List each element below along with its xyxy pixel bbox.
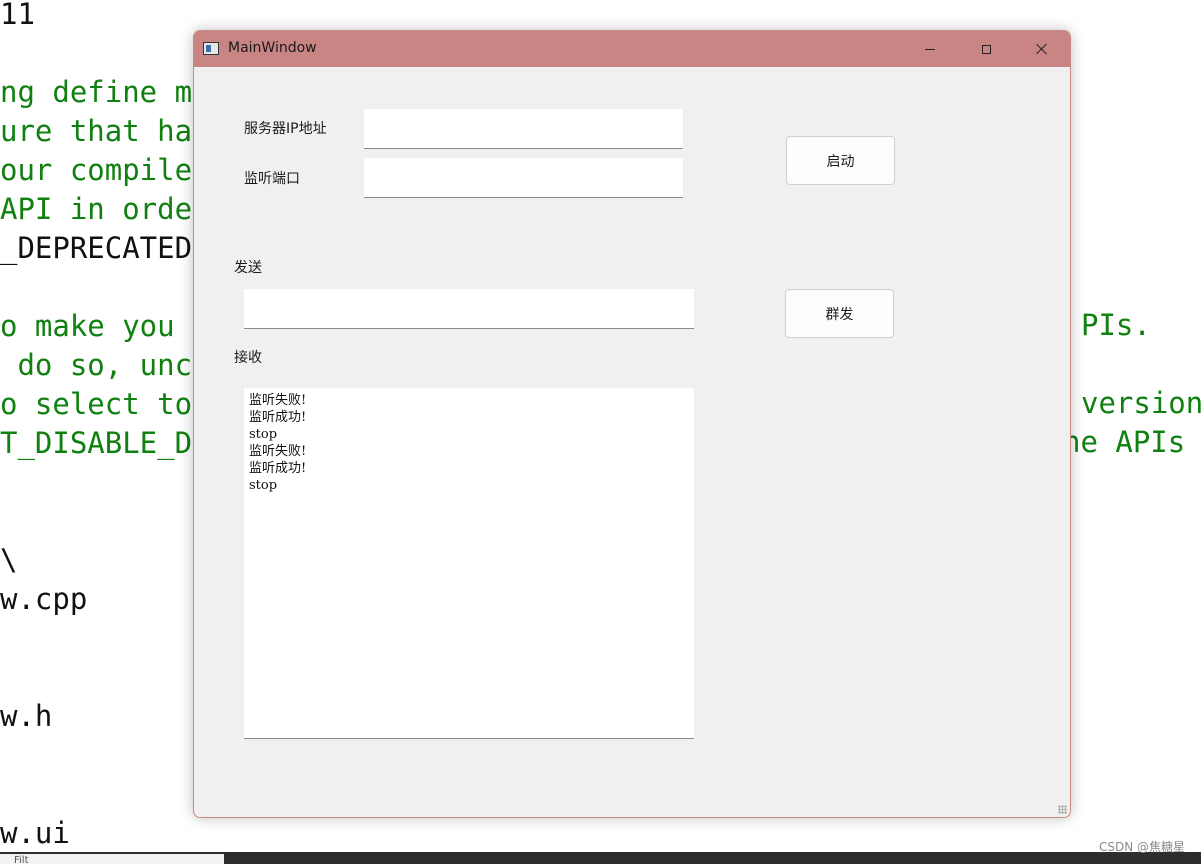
code-line: w.h [0, 699, 53, 733]
code-line: w.ui [0, 816, 70, 850]
code-line: API in orde [0, 192, 193, 226]
filter-input[interactable]: Filt [0, 854, 224, 864]
code-fragment-right: PIs. [1081, 308, 1151, 342]
app-window-icon [203, 42, 219, 55]
receive-label: 接收 [234, 350, 262, 366]
close-icon [1036, 43, 1048, 55]
code-line: T_DISABLE_D [0, 426, 193, 460]
maximize-icon [981, 44, 991, 54]
resize-grip[interactable] [1058, 805, 1067, 814]
code-line: ure that ha [0, 114, 193, 148]
receive-line: stop [249, 478, 278, 493]
receive-text-area[interactable]: 监听失败! 监听成功! stop 监听失败! 监听成功! stop [244, 388, 694, 739]
broadcast-button[interactable]: 群发 [785, 289, 894, 338]
server-ip-input[interactable] [364, 109, 683, 149]
receive-line: 监听成功! [249, 461, 307, 476]
code-line: _DEPRECATED [0, 231, 193, 265]
receive-line: 监听失败! [249, 393, 307, 408]
code-line: o make you [0, 309, 175, 343]
start-button[interactable]: 启动 [786, 136, 895, 185]
code-fragment-right: he APIs [1063, 425, 1186, 459]
code-line: our compile [0, 153, 193, 187]
minimize-button[interactable] [902, 31, 958, 67]
title-bar[interactable]: MainWindow [194, 31, 1070, 67]
code-fragment-right: version [1081, 386, 1201, 420]
code-line: ng define m [0, 75, 193, 109]
maximize-button[interactable] [958, 31, 1014, 67]
send-label: 发送 [234, 260, 262, 276]
minimize-icon [925, 48, 935, 50]
receive-line: 监听失败! [249, 444, 307, 459]
code-line: 11 [0, 0, 35, 31]
code-line: \ [0, 543, 18, 577]
watermark: CSDN @焦糖星 [1098, 840, 1185, 854]
server-ip-label: 服务器IP地址 [244, 121, 327, 137]
main-window: MainWindow 服务器IP地址 监听端口 启动 发送 群发 接收 监听失败… [193, 30, 1071, 818]
code-line: o select to [0, 387, 193, 421]
close-button[interactable] [1014, 31, 1070, 67]
window-title: MainWindow [228, 40, 317, 56]
port-input[interactable] [364, 158, 683, 198]
send-input[interactable] [244, 289, 694, 329]
receive-line: stop [249, 427, 278, 442]
code-line: w.cpp [0, 582, 88, 616]
code-line: do so, unc [0, 348, 193, 382]
port-label: 监听端口 [244, 171, 300, 187]
receive-line: 监听成功! [249, 410, 307, 425]
